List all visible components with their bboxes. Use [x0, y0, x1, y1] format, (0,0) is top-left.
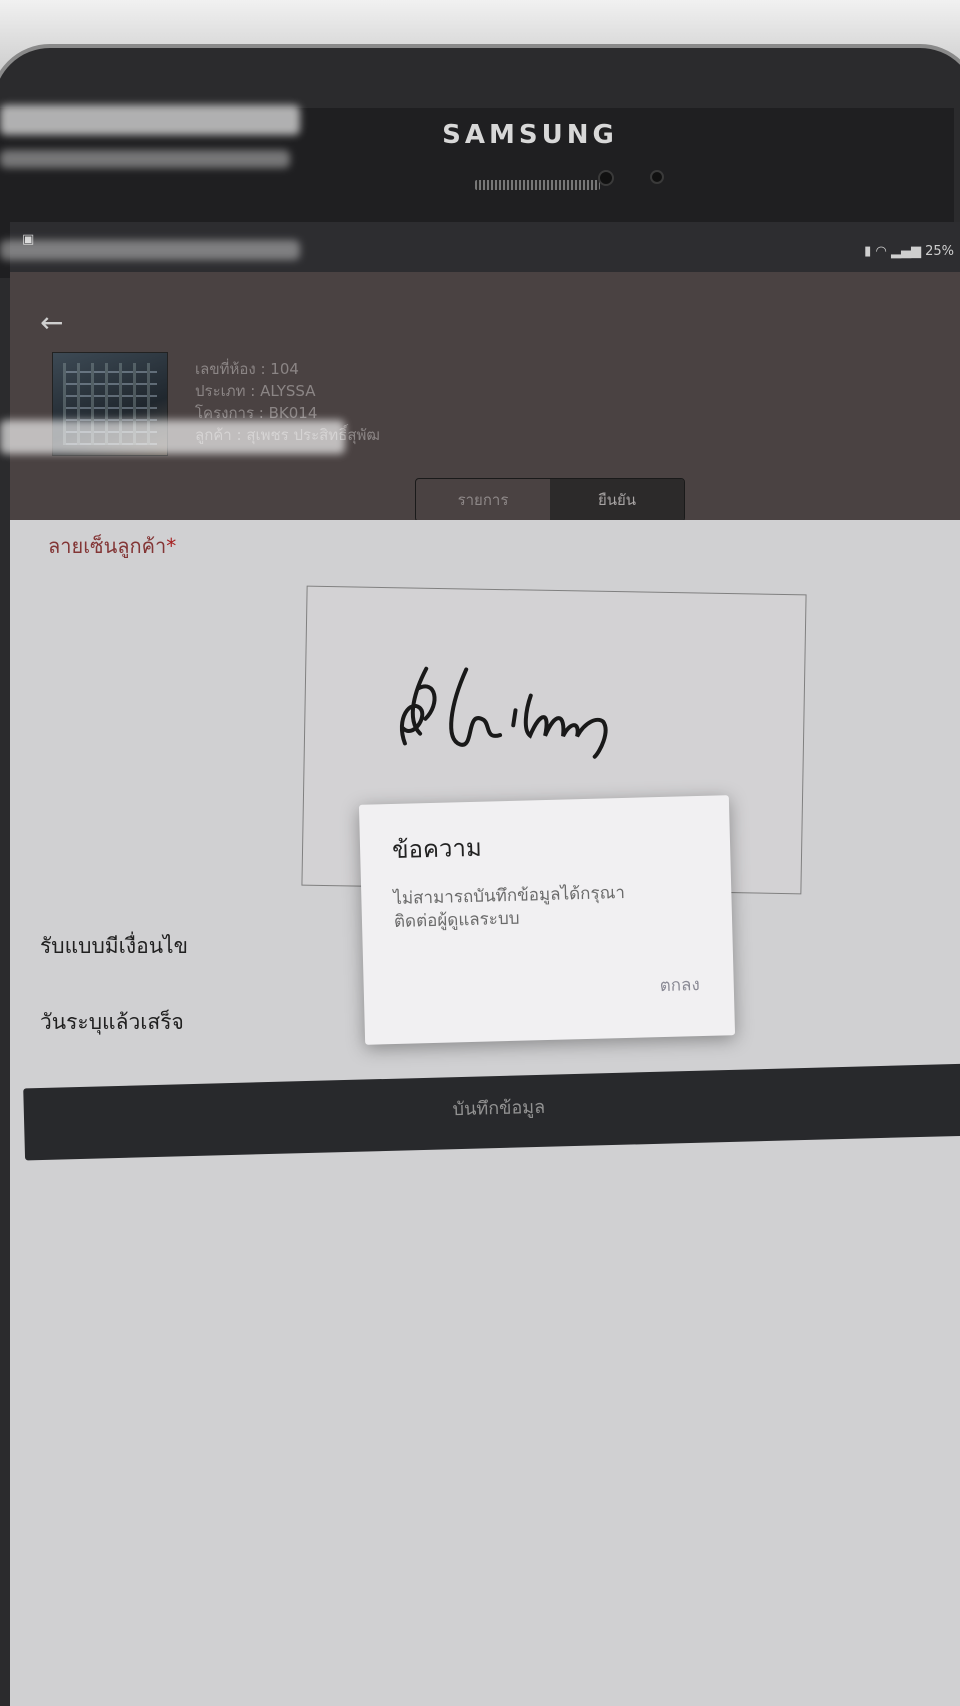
screen-glare [0, 240, 300, 260]
screen-glare [0, 150, 290, 168]
battery-saver-icon: ▮ [864, 244, 872, 259]
dialog-scrim [10, 520, 960, 1706]
status-indicators: ▮ ◠ ▂▄▆ 25% [864, 244, 954, 259]
dialog-ok-button[interactable]: ตกลง [659, 971, 700, 999]
wifi-icon: ◠ [875, 244, 887, 259]
sensor-icon [650, 170, 664, 184]
message-dialog: ข้อความ ไม่สามารถบันทึกข้อมูลได้กรุณา ติ… [358, 795, 736, 1045]
tab-switcher: รายการ ยืนยัน [415, 478, 685, 522]
signal-icon: ▂▄▆ [890, 244, 921, 259]
back-arrow-icon[interactable]: ← [40, 306, 63, 339]
battery-percent: 25% [925, 244, 954, 259]
dialog-message: ไม่สามารถบันทึกข้อมูลได้กรุณา ติดต่อผู้ด… [393, 880, 694, 934]
screen-glare [0, 105, 300, 135]
dialog-title: ข้อความ [391, 833, 483, 865]
unit-room: เลขที่ห้อง : 104 [195, 360, 299, 378]
tab-list[interactable]: รายการ [416, 479, 550, 521]
tab-confirm[interactable]: ยืนยัน [550, 479, 684, 521]
device-brand-logo: SAMSUNG [442, 120, 618, 150]
earpiece-speaker [475, 180, 600, 190]
front-camera-icon [598, 170, 614, 186]
screen-glare [0, 420, 345, 454]
unit-type: ประเภท : ALYSSA [195, 382, 316, 400]
